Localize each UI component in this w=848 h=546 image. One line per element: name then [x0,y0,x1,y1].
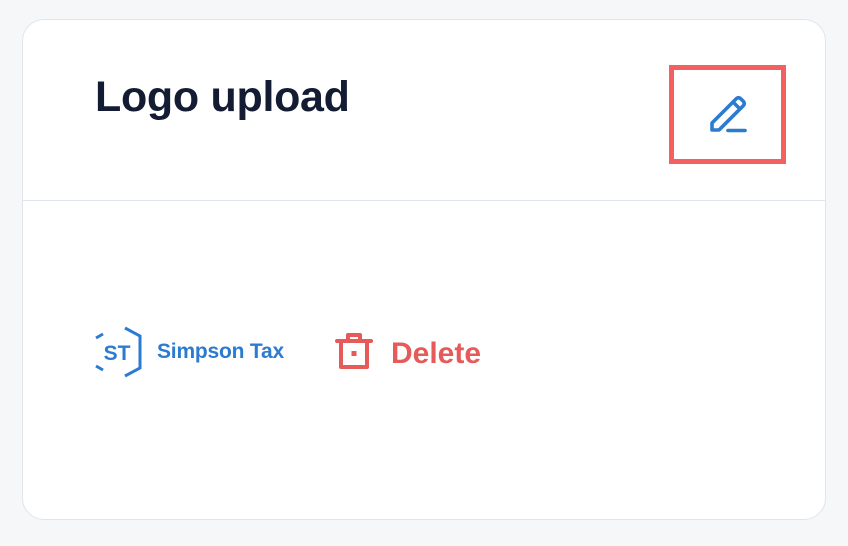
pencil-edit-icon [706,90,750,139]
delete-label: Delete [391,336,482,370]
trash-icon [335,331,373,376]
logo-hexagon-icon: ST [95,326,142,378]
logo-initials: ST [104,342,131,365]
logo-company-name: Simpson Tax [157,340,284,363]
card-header: Logo upload [23,20,825,201]
company-logo: ST Simpson Tax [93,325,284,379]
edit-button[interactable] [669,65,786,164]
card-title: Logo upload [95,73,350,121]
card-body: ST Simpson Tax Delete [23,201,825,519]
logo-upload-card: Logo upload ST Simpson Tax Delete [22,19,826,520]
delete-button[interactable]: Delete [335,331,481,376]
